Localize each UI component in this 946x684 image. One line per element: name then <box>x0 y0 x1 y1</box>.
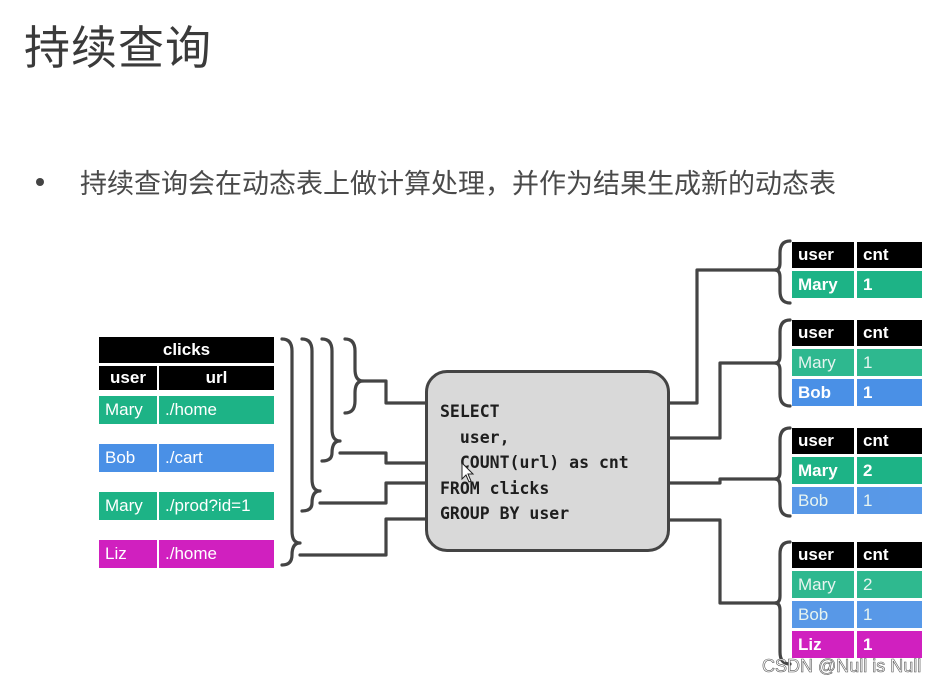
cell-user: Mary <box>99 492 157 520</box>
cell-url: ./home <box>159 540 274 568</box>
column-header-user: user <box>792 428 854 454</box>
result-cell-user: Bob <box>792 487 854 514</box>
wire-in-2 <box>338 451 428 465</box>
bracket-out-3 <box>773 426 792 518</box>
cell-url: ./cart <box>159 444 274 472</box>
result-cell-cnt: 2 <box>857 571 922 598</box>
wire-out-1 <box>668 268 779 405</box>
column-header-url: url <box>159 366 274 390</box>
table-name-header: clicks <box>99 337 274 363</box>
result-cell-cnt: 1 <box>857 631 922 658</box>
watermark: CSDN @Null is Null <box>762 656 922 677</box>
result-cell-cnt: 1 <box>857 601 922 628</box>
wire-out-3 <box>668 477 779 485</box>
cell-user: Liz <box>99 540 157 568</box>
wire-out-4 <box>668 518 779 605</box>
result-cell-cnt: 1 <box>857 349 922 376</box>
column-header-cnt: cnt <box>857 542 922 568</box>
result-cell-user: Mary <box>792 349 854 376</box>
cell-url: ./home <box>159 396 274 424</box>
bracket-out-4 <box>773 540 792 666</box>
column-header-cnt: cnt <box>857 320 922 346</box>
bracket-out-1 <box>773 239 792 305</box>
cell-url: ./prod?id=1 <box>159 492 274 520</box>
cell-user: Bob <box>99 444 157 472</box>
result-cell-user: Mary <box>792 571 854 598</box>
result-cell-user: Mary <box>792 457 854 484</box>
wire-in-1 <box>361 379 428 405</box>
result-cell-user: Bob <box>792 379 854 406</box>
result-cell-cnt: 1 <box>857 271 922 298</box>
result-cell-user: Liz <box>792 631 854 658</box>
column-header-cnt: cnt <box>857 428 922 454</box>
bracket-input-3 <box>300 337 322 513</box>
column-header-user: user <box>99 366 157 390</box>
column-header-user: user <box>792 242 854 268</box>
mouse-cursor-icon <box>461 462 475 483</box>
bracket-input-4 <box>280 337 302 567</box>
result-cell-user: Mary <box>792 271 854 298</box>
cell-user: Mary <box>99 396 157 424</box>
result-cell-cnt: 1 <box>857 379 922 406</box>
bracket-input-1 <box>343 337 365 415</box>
bracket-input-2 <box>320 337 342 463</box>
column-header-user: user <box>792 320 854 346</box>
wire-out-2 <box>668 361 779 440</box>
column-header-user: user <box>792 542 854 568</box>
wire-in-3 <box>318 481 428 505</box>
result-cell-cnt: 2 <box>857 457 922 484</box>
column-header-cnt: cnt <box>857 242 922 268</box>
result-cell-cnt: 1 <box>857 487 922 514</box>
wire-in-4 <box>298 517 428 557</box>
result-cell-user: Bob <box>792 601 854 628</box>
bracket-out-2 <box>773 318 792 408</box>
